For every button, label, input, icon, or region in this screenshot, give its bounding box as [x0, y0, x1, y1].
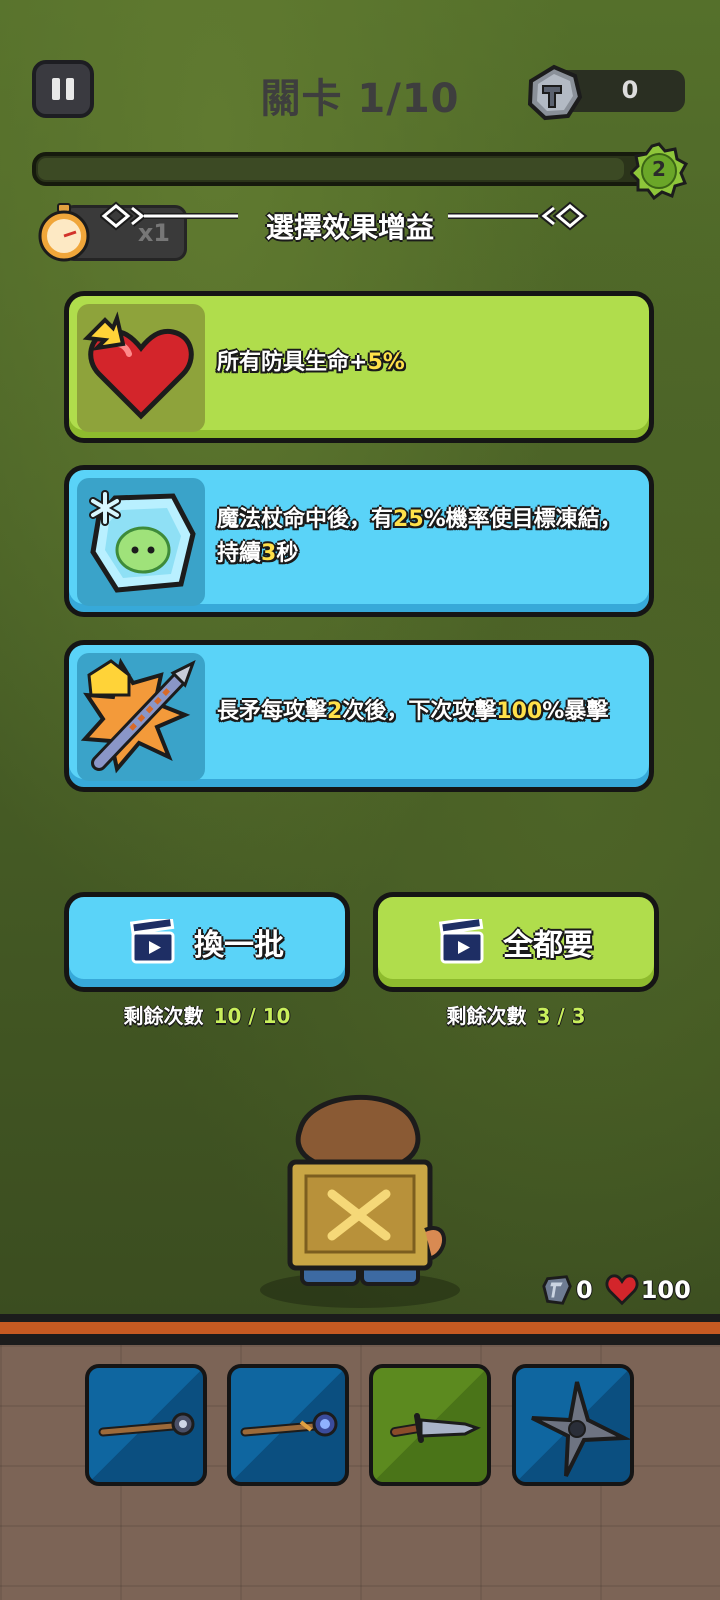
weapon-slot-staff-2[interactable]	[227, 1364, 349, 1486]
video-ad-icon	[439, 919, 484, 964]
video-ad-icon	[130, 919, 175, 964]
weapon-slot-shuriken[interactable]	[512, 1364, 634, 1486]
floor-border	[0, 1314, 720, 1322]
highlight-value: 2	[327, 698, 343, 724]
refresh-remaining: 剩餘次數 10 / 10	[64, 1000, 350, 1029]
highlight-value: 5%	[367, 349, 405, 375]
stopwatch-icon	[38, 203, 90, 262]
buff-description: 魔法杖命中後，有25%機率使目標凍結，持續3秒	[217, 470, 635, 604]
floor-border-orange	[0, 1322, 720, 1334]
remaining-count: 10 / 10	[213, 1004, 291, 1028]
wave-progress-fill	[38, 158, 624, 180]
description-text: %暴擊	[542, 698, 609, 724]
take-all-button[interactable]: 全都要	[373, 892, 659, 992]
shield-icon	[542, 1275, 572, 1305]
description-text: 所有防具生命+	[217, 349, 368, 375]
highlight-value: 25	[393, 506, 424, 532]
staff-2-icon	[240, 1411, 338, 1437]
selection-header-title: 選擇效果增益	[265, 211, 434, 244]
frozen-slime-icon	[89, 490, 196, 593]
hero-character	[260, 1095, 460, 1308]
buff-text: 長矛每攻擊2次後，下次攻擊100%暴擊	[217, 695, 608, 729]
wave-number: 2	[652, 157, 666, 181]
shield-value: 0	[576, 1276, 593, 1304]
staff-1-icon	[98, 1412, 195, 1437]
refresh-batch-button[interactable]: 換一批	[64, 892, 350, 992]
heart-icon	[82, 311, 194, 420]
floor-border-dark	[0, 1334, 720, 1345]
health-value: 100	[640, 1276, 691, 1304]
coin-count: 0	[621, 76, 639, 104]
player-stats: 0 100	[540, 1272, 691, 1308]
highlight-value: 100	[496, 698, 543, 724]
buff-text: 魔法杖命中後，有25%機率使目標凍結，持續3秒	[217, 503, 635, 571]
description-text: 秒	[276, 541, 299, 566]
weapon-slot-dagger[interactable]	[369, 1364, 491, 1486]
take-all-remaining: 剩餘次數 3 / 3	[373, 1000, 659, 1029]
buff-description: 所有防具生命+5%	[217, 296, 635, 430]
dagger-icon	[390, 1413, 481, 1443]
weapon-slot-staff-1[interactable]	[85, 1364, 207, 1486]
level-title: 關卡 1/10	[260, 76, 460, 122]
take-all-label: 全都要	[503, 928, 593, 963]
buff-description: 長矛每攻擊2次後，下次攻擊100%暴擊	[217, 645, 635, 779]
highlight-value: 3	[261, 541, 277, 566]
description-text: 長矛每攻擊	[217, 698, 328, 724]
pause-button[interactable]	[32, 60, 94, 118]
buff-icon-box	[77, 304, 205, 432]
buff-card-armor-health[interactable]: 所有防具生命+5%	[64, 291, 654, 443]
spear-crit-icon	[80, 657, 196, 774]
description-text: 次後，下次攻擊	[342, 698, 497, 724]
remaining-label: 剩餘次數	[446, 1004, 527, 1028]
buff-card-spear-crit[interactable]: 長矛每攻擊2次後，下次攻擊100%暴擊	[64, 640, 654, 792]
remaining-count: 3 / 3	[536, 1004, 586, 1028]
pause-icon	[52, 78, 60, 100]
buff-text: 所有防具生命+5%	[217, 346, 405, 380]
buff-icon-box	[77, 478, 205, 606]
buff-icon-box	[77, 653, 205, 781]
shuriken-icon	[531, 1381, 630, 1477]
buff-card-staff-freeze[interactable]: 魔法杖命中後，有25%機率使目標凍結，持續3秒	[64, 465, 654, 617]
refresh-batch-label: 換一批	[194, 928, 284, 963]
remaining-label: 剩餘次數	[123, 1004, 204, 1028]
description-text: 魔法杖命中後，有	[217, 506, 394, 532]
health-heart-icon	[605, 1274, 639, 1306]
